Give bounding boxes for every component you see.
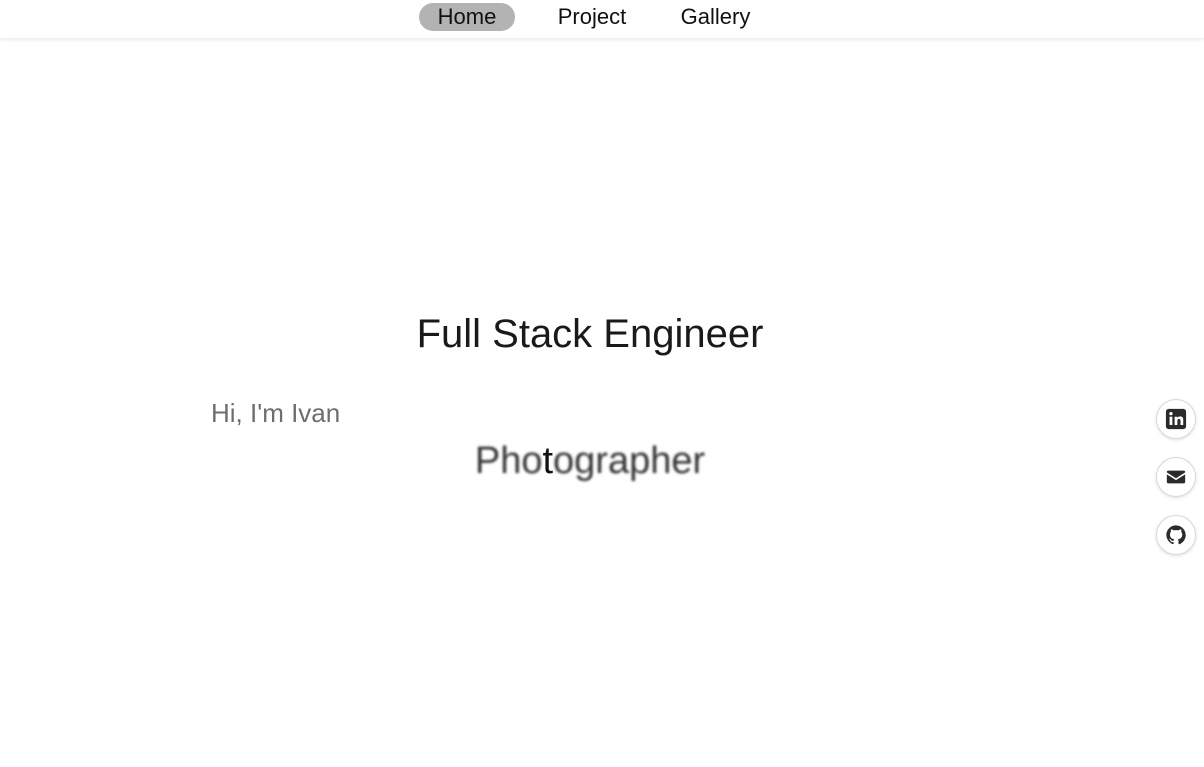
role-text: Photographer <box>0 438 1180 484</box>
role-text-highlight: t <box>542 440 554 482</box>
nav-item-project[interactable]: Project <box>548 3 636 31</box>
nav-item-gallery[interactable]: Gallery <box>672 3 759 31</box>
role-text-before: Pho <box>474 440 543 482</box>
greeting-text: Hi, I'm Ivan <box>211 398 341 428</box>
github-icon <box>1166 525 1186 545</box>
linkedin-button[interactable] <box>1156 399 1196 439</box>
email-icon <box>1166 470 1186 484</box>
github-button[interactable] <box>1156 515 1196 555</box>
role-text-after: ographer <box>553 440 706 482</box>
nav-item-home[interactable]: Home <box>419 3 515 31</box>
hero-title: Full Stack Engineer <box>416 312 764 356</box>
linkedin-icon <box>1165 408 1187 430</box>
email-button[interactable] <box>1156 457 1196 497</box>
top-nav: Home Project Gallery <box>0 0 1204 39</box>
